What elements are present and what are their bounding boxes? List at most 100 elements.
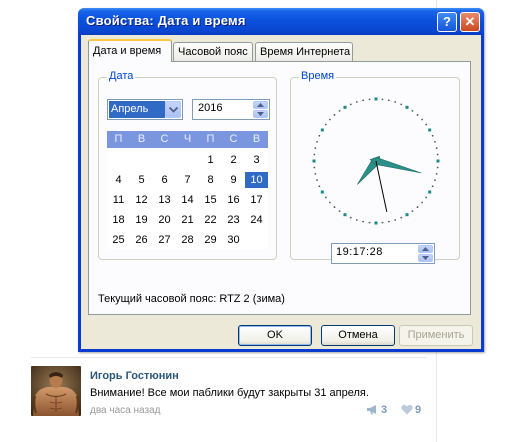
avatar[interactable]: [31, 366, 81, 416]
time-spinner[interactable]: 19:17:28: [331, 243, 435, 264]
weekday-header-cell: В: [137, 133, 146, 145]
year-up-button[interactable]: [253, 101, 268, 109]
time-group: Время 19:17:28: [290, 70, 460, 264]
weekday-header-cell: С: [160, 133, 169, 145]
weekday-header-cell: В: [252, 133, 261, 145]
calendar-day-selected[interactable]: 10: [245, 172, 268, 188]
clock-minute-dot: [416, 206, 419, 208]
year-down-button[interactable]: [253, 110, 268, 118]
clock-hour-mark: [405, 213, 409, 217]
calendar-day[interactable]: 8: [199, 172, 222, 188]
calendar-day[interactable]: 29: [199, 232, 222, 248]
clock-minute-dot: [394, 101, 397, 103]
clock-hour-mark: [436, 159, 440, 163]
clock-minute-dot: [333, 206, 336, 208]
weekday-header-cell: П: [206, 133, 215, 145]
clock-minute-dot: [400, 216, 403, 219]
clock-minute-dot: [411, 109, 414, 112]
weekday-header-cell: С: [229, 133, 238, 145]
year-spinner[interactable]: 2016: [192, 99, 270, 120]
clock-minute-dot: [425, 123, 428, 126]
help-button[interactable]: ?: [437, 12, 457, 32]
clock-second-hand: [375, 160, 388, 213]
clock-hour-mark: [320, 190, 324, 194]
calendar-day[interactable]: 18: [107, 212, 130, 228]
tab-internet-time[interactable]: Время Интернета: [255, 42, 353, 61]
time-group-label: Время: [299, 70, 337, 82]
calendar-day[interactable]: 21: [176, 212, 199, 228]
clock-hour-mark: [428, 128, 432, 132]
dialog-titlebar[interactable]: Свойства: Дата и время ? ✕: [78, 8, 484, 35]
clock-hour-mark: [320, 128, 324, 132]
post-author-link[interactable]: Игорь Гостюнин: [90, 370, 179, 382]
clock-minute-dot: [434, 179, 436, 182]
calendar-day[interactable]: 1: [199, 152, 222, 168]
time-up-button[interactable]: [418, 245, 433, 253]
clock-minute-dot: [421, 201, 423, 204]
dialog-title: Свойства: Дата и время: [86, 13, 246, 28]
calendar-day[interactable]: 12: [130, 192, 153, 208]
calendar-day[interactable]: 28: [176, 232, 199, 248]
calendar-day[interactable]: 15: [199, 192, 222, 208]
clock-hour-mark: [374, 97, 378, 101]
calendar-day[interactable]: 25: [107, 232, 130, 248]
calendar-day[interactable]: 13: [153, 192, 176, 208]
calendar-day[interactable]: 14: [176, 192, 199, 208]
clock-minute-dot: [333, 114, 336, 116]
calendar-day[interactable]: 3: [245, 152, 268, 168]
calendar-day[interactable]: 7: [176, 172, 199, 188]
clock-minute-dot: [329, 201, 331, 204]
month-dropdown[interactable]: Апрель: [107, 99, 183, 120]
clock-hour-mark: [312, 159, 316, 163]
calendar-day[interactable]: 24: [245, 212, 268, 228]
share-button[interactable]: 3: [366, 404, 387, 418]
clock-minute-dot: [324, 196, 327, 199]
weekday-header-cell: П: [114, 133, 123, 145]
calendar-day[interactable]: 11: [107, 192, 130, 208]
calendar-day[interactable]: 5: [130, 172, 153, 188]
calendar-day[interactable]: 4: [107, 172, 130, 188]
chevron-down-icon: [169, 107, 178, 113]
heart-icon: [401, 404, 413, 415]
clock-minute-dot: [387, 220, 390, 223]
time-down-button[interactable]: [418, 254, 433, 262]
calendar-day[interactable]: 26: [130, 232, 153, 248]
clock-minute-dot: [368, 221, 371, 224]
calendar-day[interactable]: 30: [222, 232, 245, 248]
feed-divider: [31, 357, 427, 358]
post-timestamp[interactable]: два часа назад: [90, 405, 160, 416]
like-button[interactable]: 9: [401, 404, 421, 418]
tab-date-time[interactable]: Дата и время: [88, 39, 172, 62]
clock-minute-dot: [421, 118, 423, 121]
clock-minute-dot: [431, 134, 434, 137]
dropdown-arrow-button[interactable]: [165, 101, 181, 118]
close-button[interactable]: ✕: [460, 12, 480, 32]
tab-time-zone[interactable]: Часовой пояс: [173, 42, 253, 61]
calendar-day[interactable]: 19: [130, 212, 153, 228]
clock-hour-mark: [343, 213, 347, 217]
clock-minute-dot: [316, 140, 318, 143]
calendar-day[interactable]: 9: [222, 172, 245, 188]
like-count: 9: [415, 404, 422, 416]
cancel-button[interactable]: Отмена: [321, 325, 395, 346]
calendar-day[interactable]: 2: [222, 152, 245, 168]
time-spin-buttons: [418, 245, 433, 262]
calendar-day[interactable]: 16: [222, 192, 245, 208]
year-value: 2016: [198, 102, 223, 114]
calendar-day[interactable]: 20: [153, 212, 176, 228]
calendar-day[interactable]: 27: [153, 232, 176, 248]
calendar-day[interactable]: 6: [153, 172, 176, 188]
calendar-day[interactable]: 17: [245, 192, 268, 208]
clock-minute-dot: [316, 179, 318, 182]
apply-button[interactable]: Применить: [399, 325, 473, 346]
screen: Свойства: Дата и время ? ✕ Дата и время …: [0, 0, 514, 442]
date-group-label: Дата: [107, 70, 136, 82]
ok-button[interactable]: OK: [238, 325, 312, 346]
clock-minute-dot: [368, 98, 371, 101]
calendar-day[interactable]: 23: [222, 212, 245, 228]
calendar-day[interactable]: 22: [199, 212, 222, 228]
clock-minute-dot: [431, 185, 434, 188]
clock-minute-dot: [324, 123, 327, 126]
clock-minute-dot: [435, 172, 438, 175]
post-text: Внимание! Все мои паблики будут закрыты …: [90, 387, 369, 399]
